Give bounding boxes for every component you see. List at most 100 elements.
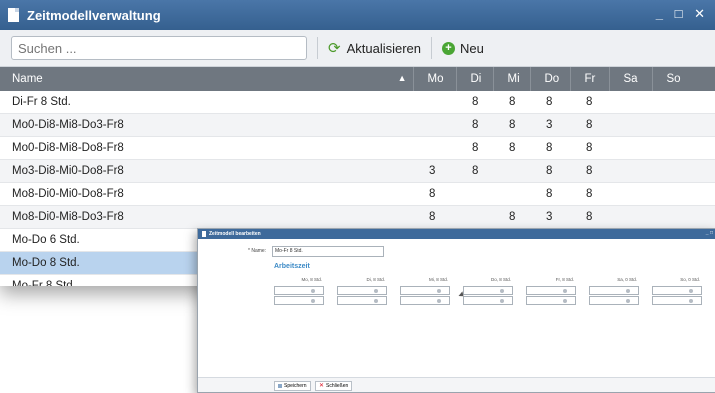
cell-mi [493,182,530,206]
refresh-icon: ⟳ [328,40,341,57]
dialog-title: Zeitmodell bearbeiten [209,231,261,237]
time-spinner[interactable] [337,286,387,295]
search-input[interactable] [11,36,307,60]
cell-so [652,113,715,137]
cell-sa [609,113,652,137]
cell-di: 8 [456,159,493,183]
title-bar: Zeitmodellverwaltung _ □ ✕ [0,0,715,30]
cell-so [652,91,715,114]
time-spinner[interactable] [589,296,639,305]
column-header-di[interactable]: Di [456,67,494,91]
cell-mo [413,136,456,160]
cell-sa [609,136,652,160]
cell-mi: 8 [493,91,530,114]
table-row[interactable]: Mo0-Di8-Mi8-Do8-Fr8 8 8 8 8 [0,136,715,160]
save-label: Speichern [284,383,307,389]
close-icon: ✕ [319,383,325,389]
dialog-title-bar: Zeitmodell bearbeiten _ □ [198,229,715,239]
cell-mi: 8 [493,136,530,160]
time-spinner[interactable] [589,286,639,295]
cell-sa [609,182,652,206]
time-spinner[interactable] [652,286,702,295]
cell-mi: 8 [493,205,530,229]
cell-di: 8 [456,136,493,160]
table-row[interactable]: Di-Fr 8 Std. 8 8 8 8 [0,91,715,114]
refresh-button[interactable]: ⟳ Aktualisieren [328,39,421,57]
time-spinner[interactable] [400,296,450,305]
cell-do: 8 [530,91,570,114]
time-spinner[interactable] [526,286,576,295]
window-title: Zeitmodellverwaltung [27,7,161,23]
time-spinner[interactable] [400,286,450,295]
document-icon [8,8,19,22]
cell-mo [413,91,456,114]
save-icon [278,384,282,388]
table-row[interactable]: Mo3-Di8-Mi0-Do8-Fr8 3 8 8 8 [0,159,715,183]
name-field[interactable]: Mo-Fr 8 Std. [272,246,384,257]
cell-fr: 8 [570,136,609,160]
cell-di: 8 [456,91,493,114]
sort-ascending-icon: ▲ [397,73,407,83]
cell-do: 8 [530,136,570,160]
cell-mi: 8 [493,113,530,137]
column-header-do[interactable]: Do [530,67,571,91]
column-header-sa[interactable]: Sa [609,67,653,91]
cell-name: Mo3-Di8-Mi0-Do8-Fr8 [0,159,413,183]
table-row[interactable]: Mo0-Di8-Mi8-Do3-Fr8 8 8 3 8 [0,113,715,137]
cell-fr: 8 [570,159,609,183]
cell-fr: 8 [570,205,609,229]
cell-so [652,205,715,229]
table-row[interactable]: Mo8-Di0-Mi8-Do3-Fr8 8 8 3 8 [0,205,715,229]
table-header: Name ▲ Mo Di Mi Do Fr Sa So [0,67,715,91]
cell-sa [609,205,652,229]
cell-name: Mo8-Di0-Mi0-Do8-Fr8 [0,182,413,206]
toolbar-separator [431,37,433,59]
dialog-controls[interactable]: _ □ [706,230,713,236]
cell-fr: 8 [570,182,609,206]
cell-name: Di-Fr 8 Std. [0,91,413,114]
time-spinner[interactable] [463,286,513,295]
cell-fr: 8 [570,113,609,137]
cell-so [652,159,715,183]
edit-dialog: Zeitmodell bearbeiten _ □ * Name: Mo-Fr … [197,228,715,393]
cell-di [456,182,493,206]
time-spinner[interactable] [652,296,702,305]
cell-fr: 8 [570,91,609,114]
column-header-mi[interactable]: Mi [493,67,531,91]
cell-sa [609,91,652,114]
new-label: Neu [460,40,484,56]
cell-name: Mo8-Di0-Mi8-Do3-Fr8 [0,205,413,229]
table-row[interactable]: Mo8-Di0-Mi0-Do8-Fr8 8 8 8 [0,182,715,206]
dialog-footer: Speichern ✕ Schließen [198,377,715,392]
cell-so [652,136,715,160]
save-button[interactable]: Speichern [274,381,311,391]
close-button[interactable]: ✕ Schließen [315,381,353,391]
time-spinner[interactable] [463,296,513,305]
column-header-mo[interactable]: Mo [413,67,457,91]
cell-mo [413,113,456,137]
cell-di: 8 [456,113,493,137]
refresh-label: Aktualisieren [346,40,422,56]
cell-do: 8 [530,159,570,183]
cell-do: 3 [530,113,570,137]
time-spinner[interactable] [274,286,324,295]
window-controls[interactable]: _ □ ✕ [656,6,709,22]
time-spinner[interactable] [526,296,576,305]
day-header-mi: Mi, 8 Std. [428,277,448,282]
close-label: Schließen [326,383,349,389]
column-header-so[interactable]: So [652,67,715,91]
cell-do: 8 [530,182,570,206]
cell-do: 3 [530,205,570,229]
day-header-do: Do, 8 Std. [490,277,511,282]
column-header-fr[interactable]: Fr [570,67,610,91]
day-header-fr: Fr, 8 Std. [555,277,574,282]
day-header-mo: Mo, 8 Std. [301,277,322,282]
time-spinner[interactable] [274,296,324,305]
column-header-name[interactable]: Name ▲ [0,67,414,91]
day-header-sa: Sa, 0 Std. [617,277,637,282]
new-button[interactable]: + Neu [442,41,484,56]
cell-di [456,205,493,229]
cell-mo: 8 [413,182,456,206]
time-spinner[interactable] [337,296,387,305]
toolbar-separator [317,37,318,59]
